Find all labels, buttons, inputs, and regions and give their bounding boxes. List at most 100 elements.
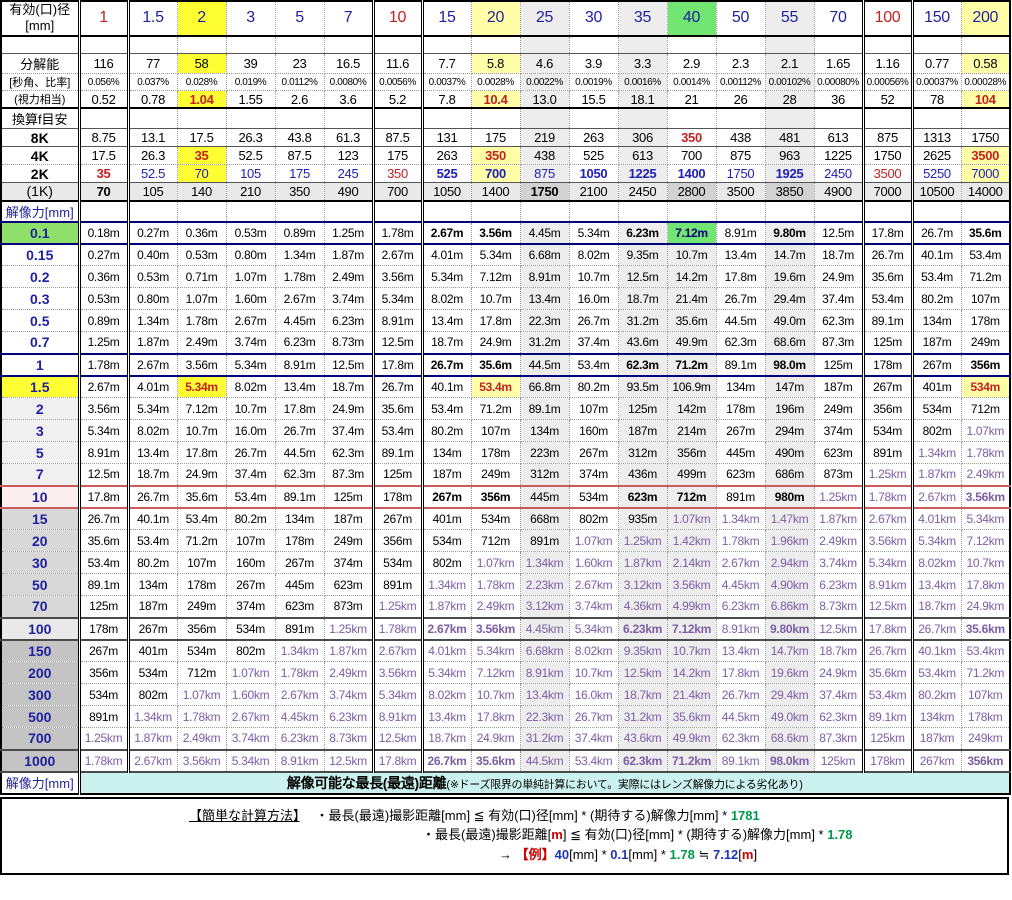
distance-cell: 6.23m (324, 309, 374, 332)
distance-cell: 80.2m (912, 287, 962, 310)
focal-value-cell: 875 (520, 164, 570, 183)
distance-cell: 1.78m (77, 352, 130, 377)
distance-cell: 3.74m (226, 331, 276, 354)
focal-value-cell: 613 (814, 128, 864, 147)
distance-cell: 14.2m (667, 265, 717, 288)
distance-cell: 13.4km (520, 683, 570, 706)
distance-cell: 187m (422, 463, 472, 486)
aperture-resolution-table: 有効(口)径 [mm] 1 1.5 2 3 5 7 10 15 20 25 30 35 40 50 55 70 1… (0, 0, 1011, 795)
resolving-power-row-label: 15 (1, 507, 81, 530)
resolution-ratio-cell: 0.00102% (765, 73, 815, 91)
distance-cell: 14.7km (765, 639, 815, 662)
distance-cell: 62.3km (618, 748, 668, 773)
distance-cell: 49.9m (667, 331, 717, 354)
distance-cell: 26.7m (128, 484, 178, 509)
distance-cell: 107m (177, 551, 227, 574)
notes-line2-unit-m: m (551, 827, 563, 842)
distance-cell: 89.1m (861, 309, 914, 332)
distance-cell: 9.35km (618, 639, 668, 662)
diameter-header-cell: 55 (765, 1, 815, 37)
diameter-header-cell: 200 (961, 1, 1011, 37)
distance-cell: 89.1m (716, 352, 766, 377)
distance-cell: 4.45m (275, 309, 325, 332)
resolving-power-row-label: 100 (1, 616, 81, 641)
distance-cell: 712m (961, 397, 1011, 420)
resolution-ratio-cell: 0.0019% (569, 73, 619, 91)
distance-cell: 6.23km (618, 616, 668, 641)
max-distance-band: 解像可能な最長(最遠)距離(※ドーズ限界の単純計算において。実際にはレンズ解像力… (79, 771, 1011, 794)
distance-cell: 499m (667, 463, 717, 486)
distance-cell: 802m (422, 551, 472, 574)
body-spacer-cell (128, 200, 178, 222)
distance-cell: 1.34km (520, 551, 570, 574)
distance-cell: 8.02km (422, 683, 472, 706)
focal-value-cell: 2100 (569, 182, 619, 202)
distance-cell: 53.4m (128, 529, 178, 552)
distance-cell: 24.9km (471, 727, 521, 750)
focal-value-cell: 105 (128, 182, 178, 202)
distance-cell: 6.68m (520, 243, 570, 266)
distance-cell: 1.78km (716, 529, 766, 552)
focal-value-cell: 7000 (961, 164, 1011, 183)
distance-cell: 29.4km (765, 683, 815, 706)
focal-value-cell: 17.5 (177, 128, 227, 147)
distance-cell: 3.74km (324, 683, 374, 706)
distance-cell: 16.0m (569, 287, 619, 310)
distance-cell: 12.5m (77, 463, 130, 486)
distance-cell: 37.4m (569, 331, 619, 354)
distance-cell: 401m (912, 375, 962, 398)
distance-cell: 1.34km (912, 441, 962, 464)
distance-cell: 1.25km (371, 595, 424, 618)
focal-value-cell: 70 (177, 164, 227, 183)
focal-value-cell: 1750 (861, 146, 914, 165)
distance-cell: 17.8km (716, 661, 766, 684)
distance-cell: 3.74km (226, 727, 276, 750)
resolution-arcsec-cell: 2.9 (667, 53, 717, 74)
distance-cell: 0.27m (77, 243, 130, 266)
distance-cell: 8.73km (324, 727, 374, 750)
distance-cell: 89.1m (371, 441, 424, 464)
distance-cell: 356m (77, 661, 130, 684)
distance-cell: 178m (275, 529, 325, 552)
focal-value-cell: 2450 (814, 164, 864, 183)
distance-cell: 12.5m (618, 265, 668, 288)
distance-cell: 53.4m (371, 419, 424, 442)
distance-cell: 7.12m (667, 220, 717, 245)
focal-value-cell: 1750 (716, 164, 766, 183)
focal-value-cell: 2625 (912, 146, 962, 165)
distance-cell: 2.49km (814, 529, 864, 552)
distance-cell: 1.25m (324, 220, 374, 245)
diameter-header-cell: 25 (520, 1, 570, 37)
distance-cell: 18.7km (814, 639, 864, 662)
distance-cell: 1.78km (371, 616, 424, 641)
resolution-ratio-cell: 0.028% (177, 73, 227, 91)
resolution-ratio-cell: 0.00080% (814, 73, 864, 91)
focal-spacer-cell (912, 108, 962, 129)
distance-cell: 178m (961, 309, 1011, 332)
vision-equivalent-cell: 18.1 (618, 90, 668, 109)
resolving-power-row-label: 30 (1, 551, 81, 574)
distance-cell: 5.34km (912, 529, 962, 552)
diameter-header-cell: 30 (569, 1, 619, 37)
distance-cell: 8.02km (569, 639, 619, 662)
distance-cell: 6.68km (520, 639, 570, 662)
table-corner-title: 有効(口)径 [mm] (1, 1, 81, 37)
focal-value-cell: 525 (422, 164, 472, 183)
resolving-power-row-label: 200 (1, 661, 81, 684)
distance-cell: 534m (177, 639, 227, 662)
resolution-arcsec-cell: 23 (275, 53, 325, 74)
distance-cell: 62.3m (814, 309, 864, 332)
distance-cell: 17.8m (177, 441, 227, 464)
distance-cell: 196m (765, 397, 815, 420)
distance-cell: 534m (371, 551, 424, 574)
focal-value-cell: 350 (471, 146, 521, 165)
distance-cell: 534m (861, 419, 914, 442)
distance-cell: 18.7m (618, 287, 668, 310)
distance-cell: 623m (716, 463, 766, 486)
resolution-ratio-cell: 0.00056% (861, 73, 914, 91)
distance-cell: 9.80m (765, 220, 815, 245)
distance-cell: 29.4m (765, 287, 815, 310)
distance-cell: 187m (814, 375, 864, 398)
focal-value-cell: 4900 (814, 182, 864, 202)
resolving-power-row-label: 1 (1, 352, 81, 377)
